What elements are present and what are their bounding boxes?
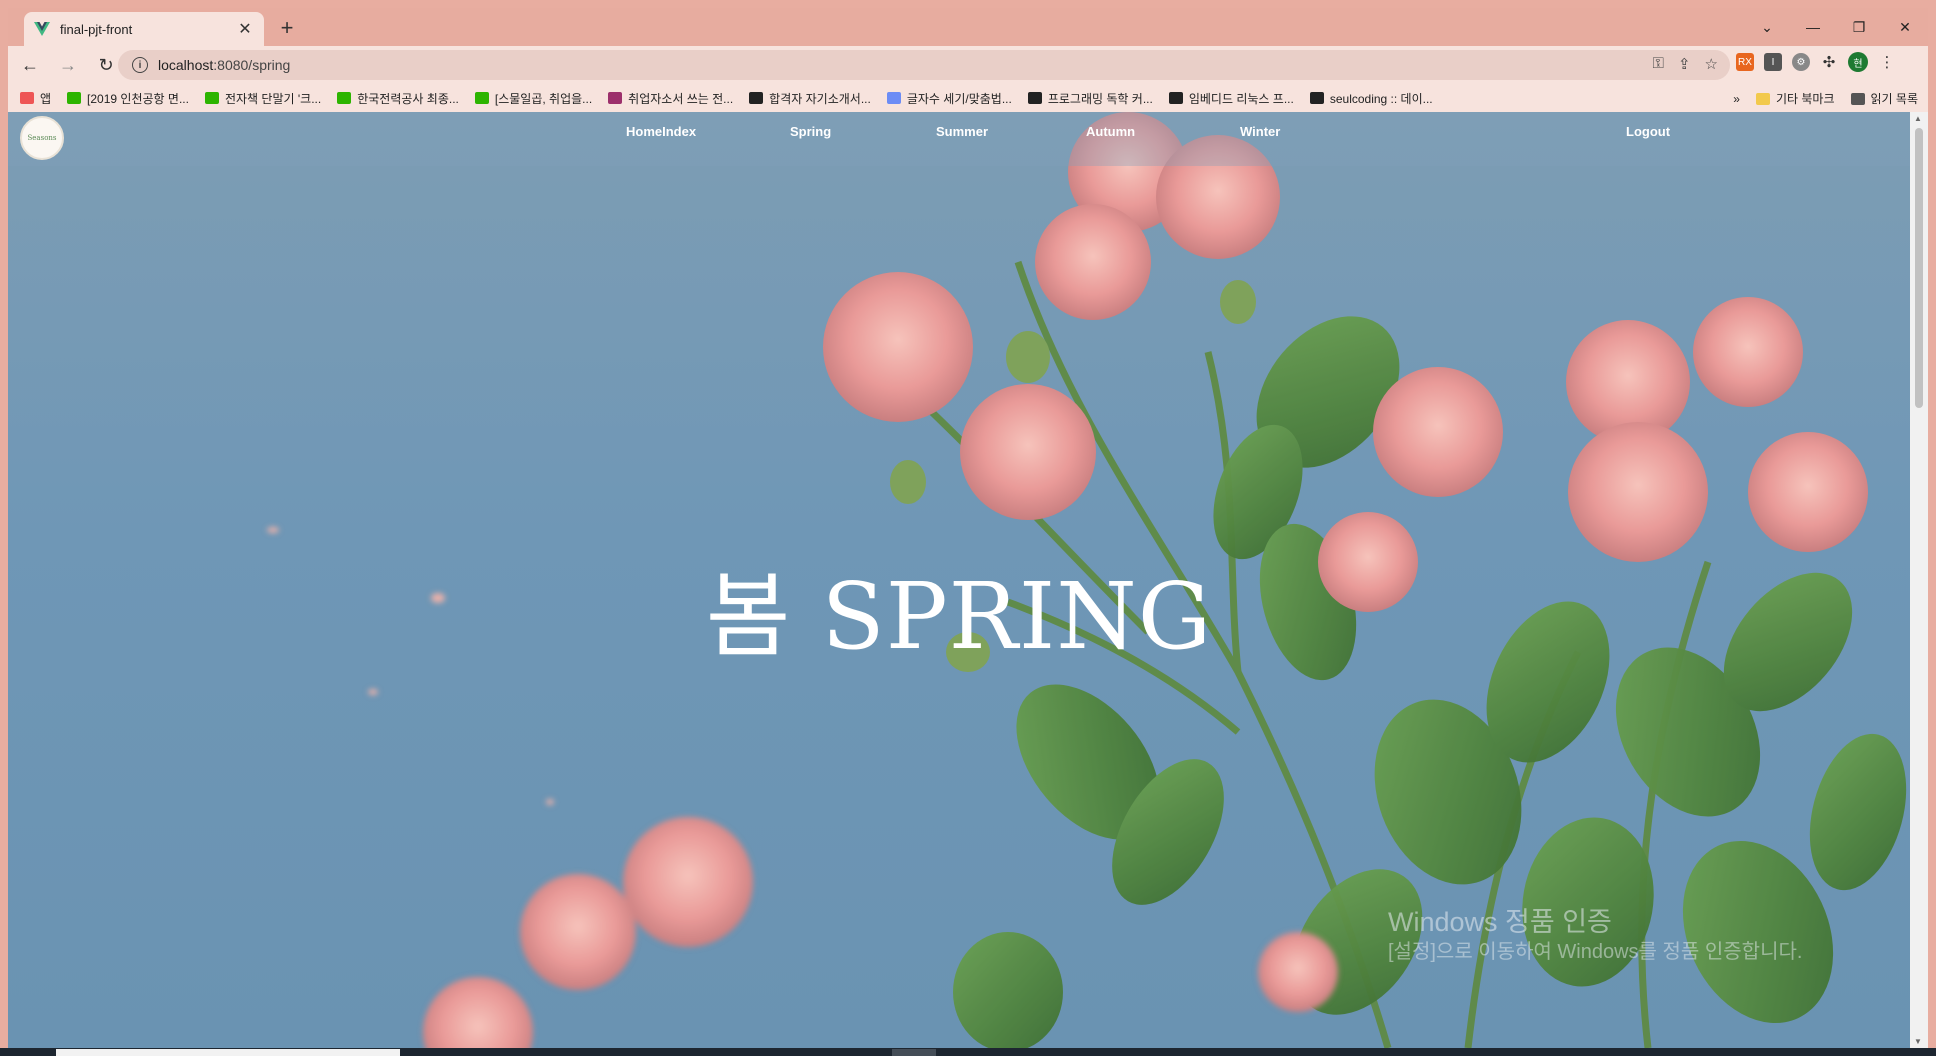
taskbar-app-button[interactable] — [892, 1049, 936, 1056]
other-bookmarks-folder[interactable]: 기타 북마크 — [1755, 90, 1835, 107]
bookmark-item[interactable]: 한국전력공사 최종... — [337, 90, 459, 107]
bookmark-favicon-icon — [749, 92, 764, 104]
page-viewport: Seasons HomeIndex Spring Summer Autumn W… — [8, 112, 1910, 1048]
windows-activation-message: [설정]으로 이동하여 Windows를 정품 인증합니다. — [1388, 941, 1803, 963]
bookmark-favicon-icon — [1168, 92, 1183, 104]
bookmark-item[interactable]: 취업자소서 쓰는 전... — [608, 90, 733, 107]
scroll-up-arrow-icon[interactable]: ▲ — [1914, 114, 1922, 123]
nav-link-spring[interactable]: Spring — [790, 124, 831, 139]
share-icon[interactable]: ⇪ — [1678, 55, 1691, 73]
tab-title: final-pjt-front — [60, 21, 133, 37]
restore-button[interactable]: ❐ — [1836, 8, 1882, 46]
bookmark-item[interactable]: 글자수 세기/맞춤법... — [886, 90, 1012, 107]
folder-icon — [1755, 92, 1770, 105]
extension-rx-icon[interactable]: RX — [1736, 53, 1754, 71]
bookmark-star-icon[interactable]: ☆ — [1705, 55, 1718, 73]
other-bookmarks-label: 기타 북마크 — [1775, 92, 1835, 106]
taskbar-search-box[interactable] — [56, 1049, 400, 1056]
minimize-button[interactable]: — — [1790, 8, 1836, 46]
logo-text: Seasons — [27, 134, 57, 142]
bookmark-favicon-icon — [204, 92, 219, 104]
bookmark-favicon-icon — [1309, 92, 1324, 104]
windows-activation-title: Windows 정품 인증 — [1388, 907, 1612, 937]
bookmark-label: 취업자소서 쓰는 전... — [628, 91, 734, 106]
bookmark-item[interactable]: 앱 — [20, 90, 51, 107]
scrollbar-thumb[interactable] — [1915, 128, 1923, 408]
nav-link-homeindex[interactable]: HomeIndex — [626, 124, 696, 139]
url-path: :8080/spring — [213, 57, 291, 73]
url-host: localhost — [158, 57, 214, 73]
bookmark-label: [2019 인천공항 면... — [87, 91, 189, 106]
address-bar[interactable]: i localhost:8080/spring ⚿ ⇪ ☆ — [118, 50, 1730, 80]
bookmark-item[interactable]: 프로그래밍 독학 커... — [1027, 90, 1153, 107]
more-bookmarks-button[interactable]: » — [1733, 92, 1740, 106]
bookmark-favicon-icon — [886, 92, 901, 104]
new-tab-button[interactable]: + — [274, 16, 300, 40]
tab-close-icon[interactable]: ✕ — [236, 19, 254, 39]
bookmarks-bar: 앱 [2019 인천공항 면... 전자책 단말기 '크... 한국전력공사 최종..… — [8, 84, 1928, 112]
browser-tab[interactable]: final-pjt-front ✕ — [24, 12, 264, 46]
reading-list-button[interactable]: 읽기 목록 — [1850, 90, 1919, 107]
nav-link-autumn[interactable]: Autumn — [1086, 124, 1135, 139]
bookmark-item[interactable]: 전자책 단말기 '크... — [204, 90, 322, 107]
extension-reader-icon[interactable]: I — [1764, 53, 1782, 71]
bookmark-label: 전자책 단말기 '크... — [224, 91, 322, 106]
bookmark-label: 임베디드 리눅스 프... — [1188, 91, 1294, 106]
menu-icon[interactable]: ⋮ — [1878, 53, 1896, 71]
bookmark-label: [스물일곱, 취업을... — [494, 91, 593, 106]
bookmark-favicon-icon — [608, 92, 623, 104]
extensions-puzzle-icon[interactable]: ✣ — [1820, 53, 1838, 71]
apps-grid-icon — [20, 92, 34, 104]
bookmark-item[interactable]: [스물일곱, 취업을... — [474, 90, 593, 107]
site-info-icon[interactable]: i — [132, 57, 148, 73]
bookmark-item[interactable]: 임베디드 리눅스 프... — [1168, 90, 1294, 107]
reading-list-label: 읽기 목록 — [1870, 92, 1919, 106]
bookmark-favicon-icon — [67, 92, 82, 104]
nav-link-summer[interactable]: Summer — [936, 124, 988, 139]
vertical-scrollbar[interactable]: ▲ ▼ — [1910, 112, 1928, 1048]
vue-icon — [34, 22, 50, 36]
site-logo[interactable]: Seasons — [20, 116, 64, 160]
close-window-button[interactable]: ✕ — [1882, 8, 1928, 46]
hero-title: 봄 SPRING — [705, 563, 1213, 670]
extension-gear-icon[interactable]: ⚙ — [1792, 53, 1810, 71]
tab-search-icon[interactable]: ⌄ — [1744, 8, 1790, 46]
forward-button[interactable]: → — [52, 49, 84, 81]
browser-toolbar: ← → ↻ i localhost:8080/spring ⚿ ⇪ ☆ RX I… — [8, 46, 1928, 84]
nav-link-winter[interactable]: Winter — [1240, 124, 1280, 139]
bookmark-item[interactable]: 합격자 자기소개서... — [749, 90, 871, 107]
back-button[interactable]: ← — [14, 49, 46, 81]
profile-avatar[interactable]: 현 — [1848, 52, 1868, 72]
bookmark-label: 합격자 자기소개서... — [769, 91, 871, 106]
bookmark-label: 한국전력공사 최종... — [357, 91, 459, 106]
bookmark-favicon-icon — [337, 92, 352, 104]
tab-strip: final-pjt-front ✕ + ⌄ — ❐ ✕ — [8, 8, 1928, 46]
key-icon[interactable]: ⚿ — [1653, 55, 1664, 73]
bookmark-favicon-icon — [474, 92, 489, 104]
bookmark-label: 글자수 세기/맞춤법... — [906, 91, 1012, 106]
windows-taskbar — [0, 1048, 1936, 1056]
bookmark-item[interactable]: seulcoding :: 데이... — [1309, 90, 1433, 107]
bookmark-label: 앱 — [40, 91, 52, 106]
bookmark-label: 프로그래밍 독학 커... — [1047, 91, 1153, 106]
bookmark-favicon-icon — [1027, 92, 1042, 104]
reading-list-icon — [1850, 92, 1865, 105]
bookmark-label: seulcoding :: 데이... — [1329, 91, 1433, 106]
scroll-down-arrow-icon[interactable]: ▼ — [1914, 1037, 1922, 1046]
bookmark-item[interactable]: [2019 인천공항 면... — [67, 90, 189, 107]
site-navbar: Seasons HomeIndex Spring Summer Autumn W… — [8, 112, 1910, 166]
browser-window: final-pjt-front ✕ + ⌄ — ❐ ✕ ← → ↻ i loca… — [0, 0, 1936, 1056]
nav-link-logout[interactable]: Logout — [1626, 124, 1670, 139]
